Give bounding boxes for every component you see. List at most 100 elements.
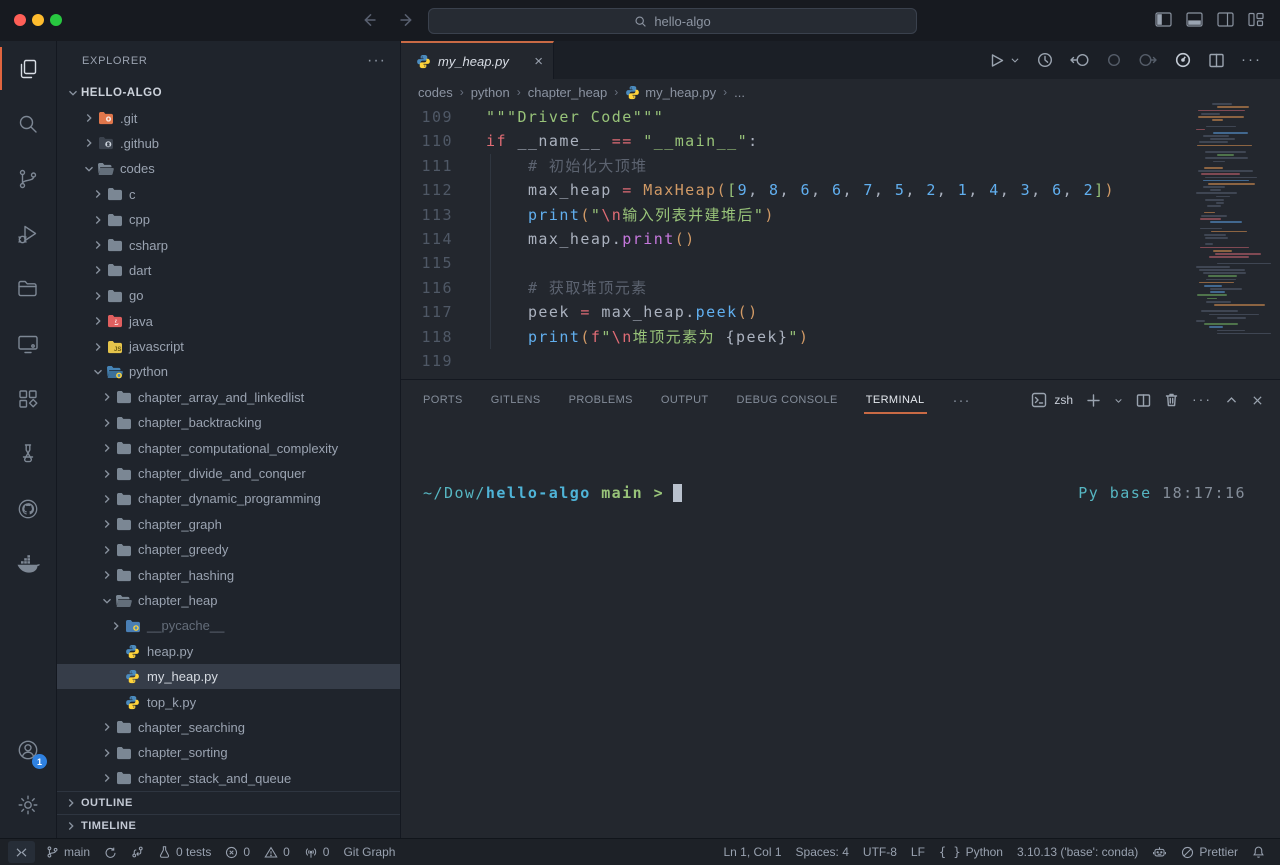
chevron-right-icon[interactable]: [99, 770, 115, 786]
close-window-button[interactable]: [14, 14, 26, 26]
tree-item-hello-algo[interactable]: HELLO-ALGO: [57, 80, 400, 105]
tab-close-icon[interactable]: ×: [534, 53, 543, 70]
tree-item-chapter-graph[interactable]: chapter_graph: [57, 512, 400, 537]
tree-item-top-k-py[interactable]: top_k.py: [57, 689, 400, 714]
chevron-right-icon[interactable]: [90, 313, 106, 329]
status-0[interactable]: 0: [218, 841, 257, 863]
chevron-right-icon[interactable]: [99, 415, 115, 431]
tree-item-cpp[interactable]: cpp: [57, 207, 400, 232]
code-line-116[interactable]: 116 # 获取堆顶元素: [401, 276, 1280, 300]
tree-item-chapter-divide-and-conquer[interactable]: chapter_divide_and_conquer: [57, 461, 400, 486]
customize-layout-icon[interactable]: [1248, 12, 1264, 27]
chevron-right-icon[interactable]: [99, 745, 115, 761]
chevron-right-icon[interactable]: [99, 491, 115, 507]
chevron-right-icon[interactable]: [90, 237, 106, 253]
tree-item-dart[interactable]: dart: [57, 258, 400, 283]
activity-search-icon[interactable]: [0, 96, 56, 151]
activity-explorer-icon[interactable]: [0, 41, 56, 96]
tree-item--pycache-[interactable]: __pycache__: [57, 613, 400, 638]
tree-item-chapter-computational-complexity[interactable]: chapter_computational_complexity: [57, 435, 400, 460]
chevron-right-icon[interactable]: [90, 288, 106, 304]
chevron-right-icon[interactable]: [99, 440, 115, 456]
panel-tab-debug-console[interactable]: DEBUG CONSOLE: [737, 394, 838, 406]
tree-item-chapter-backtracking[interactable]: chapter_backtracking: [57, 410, 400, 435]
navigate-back-icon[interactable]: [362, 11, 380, 29]
chevron-right-icon[interactable]: [99, 567, 115, 583]
tree-item-codes[interactable]: codes: [57, 156, 400, 181]
tree-item-my-heap-py[interactable]: my_heap.py: [57, 664, 400, 689]
status-prettier[interactable]: Prettier: [1174, 841, 1245, 863]
breadcrumb-item[interactable]: my_heap.py: [625, 85, 716, 100]
activity-run-debug-icon[interactable]: [0, 206, 56, 261]
terminal-content[interactable]: ~/Dow/hello-algo main > Py base 18:17:16: [423, 484, 1246, 502]
chevron-right-icon[interactable]: [99, 389, 115, 405]
code-line-119[interactable]: 119: [401, 349, 1280, 373]
tree-item--github[interactable]: .github: [57, 131, 400, 156]
toggle-secondary-sidebar-icon[interactable]: [1217, 12, 1234, 27]
code-line-117[interactable]: 117 peek = max_heap.peek(): [401, 300, 1280, 324]
terminal-dropdown-icon[interactable]: [1114, 396, 1123, 405]
activity-docker-icon[interactable]: [0, 536, 56, 591]
code-editor[interactable]: 109"""Driver Code"""110if __name__ == "_…: [401, 105, 1280, 379]
code-line-118[interactable]: 118 print(f"\n堆顶元素为 {peek}"): [401, 325, 1280, 349]
toggle-sidebar-icon[interactable]: [1155, 12, 1172, 27]
status-utf-8[interactable]: UTF-8: [856, 841, 904, 863]
chevron-right-icon[interactable]: [99, 719, 115, 735]
split-terminal-icon[interactable]: [1136, 393, 1151, 408]
tree-item-chapter-dynamic-programming[interactable]: chapter_dynamic_programming: [57, 486, 400, 511]
nav-back-circle-icon[interactable]: [1070, 52, 1090, 68]
code-line-111[interactable]: 111 # 初始化大顶堆: [401, 154, 1280, 178]
tree-item-javascript[interactable]: JSjavascript: [57, 334, 400, 359]
explorer-more-actions-icon[interactable]: ···: [367, 52, 386, 70]
status-main[interactable]: main: [39, 841, 97, 863]
status-ln-1-col-1[interactable]: Ln 1, Col 1: [716, 841, 788, 863]
status-0-tests[interactable]: 0 tests: [151, 841, 218, 863]
chevron-down-icon[interactable]: [90, 364, 106, 380]
run-dropdown-icon[interactable]: [1010, 55, 1020, 65]
tree-item-heap-py[interactable]: heap.py: [57, 639, 400, 664]
activity-accounts-icon[interactable]: 1: [0, 722, 56, 777]
activity-source-control-icon[interactable]: [0, 151, 56, 206]
profile-icon[interactable]: [1174, 51, 1192, 69]
tree-item-chapter-searching[interactable]: chapter_searching: [57, 715, 400, 740]
chevron-right-icon[interactable]: [99, 466, 115, 482]
new-terminal-icon[interactable]: [1086, 393, 1101, 408]
panel-more-tabs-icon[interactable]: ···: [953, 392, 971, 409]
code-line-109[interactable]: 109"""Driver Code""": [401, 105, 1280, 129]
tree-item-python[interactable]: python: [57, 359, 400, 384]
tree-item-chapter-greedy[interactable]: chapter_greedy: [57, 537, 400, 562]
activity-testing-icon[interactable]: [0, 426, 56, 481]
toggle-panel-icon[interactable]: [1186, 12, 1203, 27]
status-compare[interactable]: [124, 841, 151, 863]
tree-item--git[interactable]: .git: [57, 105, 400, 130]
kill-terminal-icon[interactable]: [1164, 392, 1179, 408]
tree-item-chapter-sorting[interactable]: chapter_sorting: [57, 740, 400, 765]
status-git-graph[interactable]: Git Graph: [336, 841, 402, 863]
chevron-right-icon[interactable]: [90, 339, 106, 355]
status-python[interactable]: { }Python: [932, 841, 1010, 863]
activity-remote-explorer-icon[interactable]: [0, 316, 56, 371]
split-editor-icon[interactable]: [1208, 52, 1225, 69]
run-icon[interactable]: [988, 52, 1005, 69]
status-spaces-4[interactable]: Spaces: 4: [789, 841, 856, 863]
tree-item-chapter-stack-and-queue[interactable]: chapter_stack_and_queue: [57, 766, 400, 791]
code-line-113[interactable]: 113 print("\n输入列表并建堆后"): [401, 203, 1280, 227]
command-center-search[interactable]: hello-algo: [428, 8, 917, 34]
navigate-forward-icon[interactable]: [396, 11, 414, 29]
chevron-down-icon[interactable]: [99, 593, 115, 609]
tree-item-chapter-array-and-linkedlist[interactable]: chapter_array_and_linkedlist: [57, 385, 400, 410]
status-lf[interactable]: LF: [904, 841, 932, 863]
code-line-112[interactable]: 112 max_heap = MaxHeap([9, 8, 6, 6, 7, 5…: [401, 178, 1280, 202]
chevron-right-icon[interactable]: [90, 212, 106, 228]
activity-project-folder-icon[interactable]: [0, 261, 56, 316]
tree-item-csharp[interactable]: csharp: [57, 232, 400, 257]
chevron-right-icon[interactable]: [99, 516, 115, 532]
panel-tab-ports[interactable]: PORTS: [423, 394, 463, 406]
breadcrumb-item[interactable]: ...: [734, 85, 745, 100]
chevron-right-icon[interactable]: [81, 135, 97, 151]
minimap[interactable]: [1196, 100, 1272, 340]
minimize-window-button[interactable]: [32, 14, 44, 26]
more-actions-icon[interactable]: ···: [1192, 391, 1212, 409]
tree-item-c[interactable]: c: [57, 182, 400, 207]
section-outline[interactable]: OUTLINE: [57, 791, 400, 814]
